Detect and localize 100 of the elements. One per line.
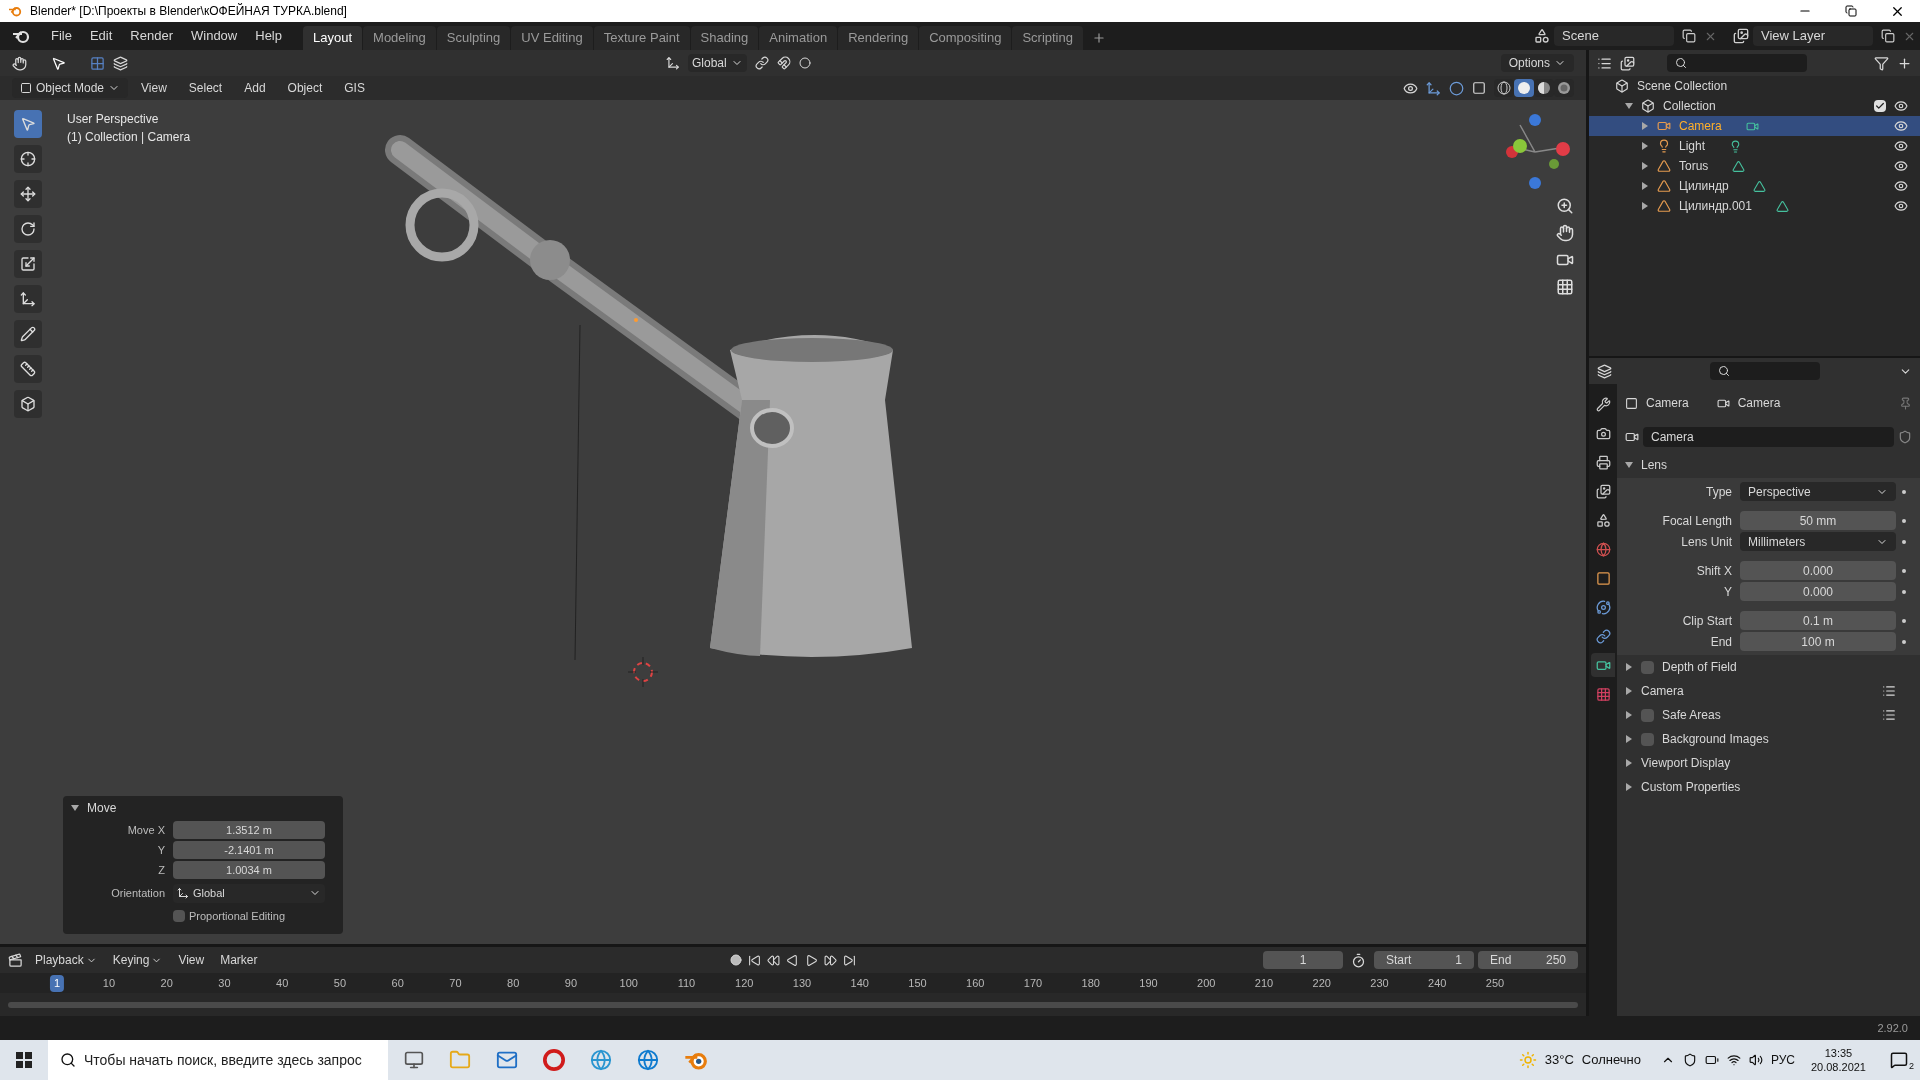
task-view-icon[interactable] bbox=[404, 1050, 424, 1070]
expand-arrow-icon[interactable] bbox=[1641, 122, 1649, 130]
scene-icon[interactable] bbox=[1534, 28, 1550, 44]
search-field[interactable] bbox=[1667, 54, 1807, 72]
dropdown-field[interactable]: Millimeters bbox=[1740, 532, 1896, 551]
viewport-menu[interactable]: View bbox=[132, 79, 176, 97]
scale-icon[interactable] bbox=[14, 250, 42, 278]
expand-arrow-icon[interactable] bbox=[1625, 461, 1633, 469]
viewport-menu[interactable]: Select bbox=[179, 79, 232, 97]
outliner-row[interactable]: Camera bbox=[1589, 116, 1920, 136]
camera-data-icon[interactable] bbox=[1591, 653, 1615, 677]
visibility-icon[interactable] bbox=[1894, 119, 1908, 133]
expand-arrow-icon[interactable] bbox=[1625, 783, 1633, 791]
view-layer-icon[interactable] bbox=[1620, 55, 1635, 71]
viewport-menu[interactable]: Object bbox=[278, 79, 332, 97]
add-cube-icon[interactable] bbox=[14, 390, 42, 418]
outliner-item[interactable]: Scene Collection bbox=[1637, 77, 1728, 95]
visibility-icon[interactable] bbox=[1894, 159, 1908, 173]
current-frame-field[interactable]: 1 bbox=[1263, 951, 1343, 969]
presets-icon[interactable] bbox=[1882, 708, 1896, 722]
select-tool-icon[interactable] bbox=[51, 55, 66, 71]
search-icon[interactable] bbox=[1718, 365, 1730, 377]
object-mode-icon[interactable] bbox=[20, 82, 32, 94]
mesh-data-icon[interactable] bbox=[1752, 179, 1766, 193]
outliner-row[interactable]: Light bbox=[1589, 136, 1920, 156]
shading-mode-button[interactable] bbox=[1494, 79, 1514, 97]
visibility-icon[interactable] bbox=[1403, 80, 1418, 96]
search-placeholder[interactable]: Чтобы начать поиск, введите здесь запрос bbox=[84, 1049, 362, 1071]
expand-arrow-icon[interactable] bbox=[1641, 142, 1649, 150]
checkbox[interactable] bbox=[1641, 708, 1654, 722]
number-field[interactable]: 100 m bbox=[1740, 632, 1896, 651]
datablock-field[interactable]: Camera bbox=[1643, 427, 1894, 447]
scene-field[interactable]: Scene bbox=[1554, 26, 1674, 46]
number-field[interactable]: 50 mm bbox=[1740, 511, 1896, 530]
mail-icon[interactable] bbox=[496, 1049, 518, 1071]
timeline-menu[interactable]: View bbox=[174, 951, 209, 969]
play-icon[interactable] bbox=[804, 953, 818, 967]
mesh-data-icon[interactable] bbox=[1732, 159, 1746, 173]
shading-mode-button[interactable] bbox=[1534, 79, 1554, 97]
windows-logo-icon[interactable] bbox=[16, 1052, 32, 1068]
workspace-tab[interactable]: Layout bbox=[303, 26, 363, 50]
timeline-menu[interactable]: Playback bbox=[31, 951, 101, 969]
duplicate-icon[interactable] bbox=[1682, 29, 1696, 43]
orientation-value[interactable]: Global bbox=[193, 884, 305, 902]
expand-arrow-icon[interactable] bbox=[1625, 102, 1633, 110]
overlay-toggle-icon[interactable] bbox=[1449, 80, 1464, 96]
menu-item[interactable]: Edit bbox=[80, 26, 122, 46]
workspace-tab[interactable]: Shading bbox=[690, 26, 759, 50]
tray-app-icon[interactable] bbox=[1682, 1053, 1697, 1067]
record-icon[interactable] bbox=[729, 954, 742, 966]
orientation-icon[interactable] bbox=[666, 56, 680, 70]
visibility-icon[interactable] bbox=[1894, 99, 1908, 113]
outliner-row[interactable]: Torus bbox=[1589, 156, 1920, 176]
number-field[interactable]: 1.0034 m bbox=[173, 861, 325, 879]
timer-icon[interactable] bbox=[1351, 952, 1366, 968]
volume-icon[interactable] bbox=[1748, 1053, 1763, 1067]
keyframe-back-icon[interactable] bbox=[766, 953, 780, 967]
number-field[interactable]: 0.000 bbox=[1740, 561, 1896, 580]
search-icon[interactable] bbox=[1675, 57, 1687, 69]
gizmo-toggle-icon[interactable] bbox=[1426, 80, 1441, 96]
browser-icon[interactable] bbox=[590, 1049, 612, 1071]
visibility-icon[interactable] bbox=[1894, 199, 1908, 213]
expand-arrow-icon[interactable] bbox=[1641, 182, 1649, 190]
scrollbar[interactable] bbox=[8, 1001, 1578, 1008]
expand-arrow-icon[interactable] bbox=[1641, 162, 1649, 170]
end-frame-field[interactable]: End 250 bbox=[1478, 951, 1578, 969]
move-icon[interactable] bbox=[14, 180, 42, 208]
play-reverse-icon[interactable] bbox=[785, 953, 799, 967]
checkbox[interactable] bbox=[1874, 100, 1886, 112]
proportional-icon[interactable] bbox=[798, 57, 811, 69]
workspace-tab[interactable]: Scripting bbox=[1012, 26, 1083, 50]
number-field[interactable]: 0.1 m bbox=[1740, 611, 1896, 630]
orientation-dropdown[interactable]: Global bbox=[173, 883, 325, 903]
expand-arrow-icon[interactable] bbox=[1625, 687, 1633, 695]
keyframe-forward-icon[interactable] bbox=[823, 953, 837, 967]
mesh-data-icon[interactable] bbox=[1775, 199, 1789, 213]
zoom-icon[interactable] bbox=[1556, 197, 1574, 215]
workspace-tab[interactable]: Animation bbox=[759, 26, 838, 50]
number-field[interactable]: 0.000 bbox=[1740, 582, 1896, 601]
start-frame-field[interactable]: Start 1 bbox=[1374, 951, 1474, 969]
timeline-menu[interactable]: Marker bbox=[216, 951, 262, 969]
search-field[interactable]: Чтобы начать поиск, введите здесь запрос bbox=[48, 1040, 388, 1080]
workspace-tab[interactable]: Compositing bbox=[919, 26, 1012, 50]
visibility-icon[interactable] bbox=[1894, 139, 1908, 153]
expand-arrow-icon[interactable] bbox=[1625, 735, 1633, 743]
measure-icon[interactable] bbox=[14, 355, 42, 383]
selection-mode-icon[interactable] bbox=[113, 55, 128, 71]
orientation-dropdown[interactable]: Global bbox=[688, 54, 747, 72]
menu-item[interactable]: File bbox=[42, 26, 81, 46]
checkbox[interactable] bbox=[1641, 660, 1654, 674]
checkbox[interactable] bbox=[1641, 732, 1654, 746]
workspace-tab[interactable]: Rendering bbox=[838, 26, 919, 50]
viewport-menu[interactable]: Add bbox=[235, 79, 275, 97]
datablock-icon[interactable] bbox=[1625, 430, 1639, 444]
workspace-tab[interactable]: UV Editing bbox=[511, 26, 593, 50]
menu-item[interactable]: Window bbox=[182, 26, 247, 46]
search-icon[interactable] bbox=[60, 1052, 76, 1068]
select-icon[interactable] bbox=[14, 110, 42, 138]
expand-arrow-icon[interactable] bbox=[1625, 711, 1633, 719]
cursor-icon[interactable] bbox=[14, 145, 42, 173]
